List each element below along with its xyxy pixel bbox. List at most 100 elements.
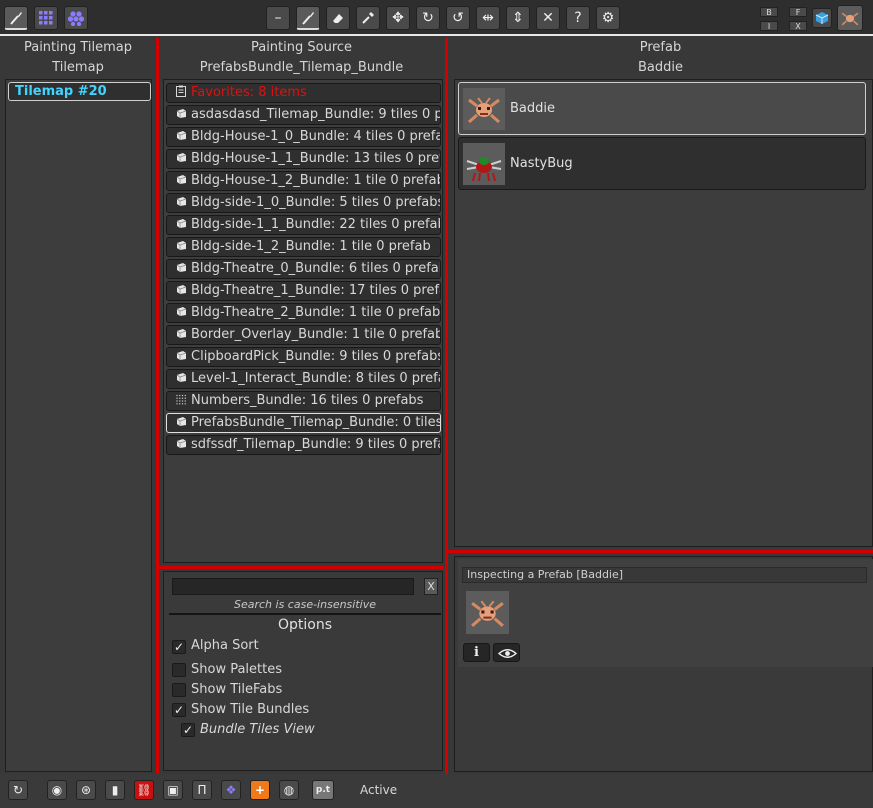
mini-b-button[interactable]: B [760,7,778,17]
mini-i-button[interactable]: I [760,21,778,31]
source-bundle-item[interactable]: Border_Overlay_Bundle: 1 tile 0 prefab [166,325,441,345]
source-bundle-item[interactable]: Bldg-House-1_2_Bundle: 1 tile 0 prefabs [166,171,441,191]
paint-brush-tool-button[interactable] [296,6,320,30]
info-button[interactable]: i [463,643,490,662]
eyedropper-icon [360,10,376,26]
tilemap-item-selected[interactable]: Tilemap #20 [8,82,151,101]
cube-icon [815,11,829,25]
flip-vertical-tool-button[interactable]: ⇕ [506,6,530,30]
bundle-icon [176,219,187,228]
source-bundle-label: Bldg-Theatre_0_Bundle: 6 tiles 0 prefabs [191,261,441,276]
mini-x-button[interactable]: X [789,21,807,31]
add-orange-button[interactable]: + [250,780,270,800]
rotate-cw-tool-button[interactable]: ↻ [416,6,440,30]
bundle-icon [176,351,187,360]
ruler-button[interactable]: Π [192,780,212,800]
clear-search-button[interactable]: X [424,578,438,595]
move-tool-button[interactable]: ✥ [386,6,410,30]
bundle-tiles-view-label: Bundle Tiles View [200,722,315,737]
settings-gear-tool-button[interactable]: ⚙ [596,6,620,30]
eraser-tool-button[interactable] [326,6,350,30]
prefab-card-nastybug[interactable]: NastyBug [458,137,866,190]
show-palettes-checkbox[interactable] [172,663,186,677]
bundle-icon [176,417,187,426]
source-bundle-item[interactable]: Bldg-side-1_0_Bundle: 5 tiles 0 prefabs [166,193,441,213]
nastybug-sprite-icon [463,143,505,185]
prefab-column-title: Prefab [639,40,682,55]
tile-grid-icon [39,11,53,25]
bundle-icon [176,241,187,250]
source-options-divider[interactable] [159,566,444,569]
prefab-card-baddie[interactable]: Baddie [458,82,866,135]
palette-button[interactable]: ◍ [279,780,299,800]
help-tool-button[interactable]: ? [566,6,590,30]
bundle-tiles-view-checkbox[interactable]: ✓ [181,723,195,737]
paint-brush-tool-button[interactable] [4,6,28,30]
tilemap-column-subtitle: Tilemap [52,60,104,75]
rotate-ccw-icon: ↺ [452,10,464,26]
source-bundle-label: PrefabsBundle_Tilemap_Bundle: 0 tiles [191,415,441,430]
lock-button[interactable]: ▣ [163,780,183,800]
bundle-icon [176,109,187,118]
source-bundle-item[interactable]: Level-1_Interact_Bundle: 8 tiles 0 prefa… [166,369,441,389]
rotate-ccw-tool-button[interactable]: ↺ [446,6,470,30]
eyedropper-tool-button[interactable] [356,6,380,30]
mini-f-button[interactable]: F [789,7,807,17]
source-bundle-item[interactable]: Bldg-side-1_1_Bundle: 22 tiles 0 prefabs [166,215,441,235]
show-tilefabs-label: Show TileFabs [191,682,283,697]
source-bundle-item[interactable]: asdasdasd_Tilemap_Bundle: 9 tiles 0 pref… [166,105,441,125]
trash-button[interactable]: ▮ [105,780,125,800]
source-bundle-label: asdasdasd_Tilemap_Bundle: 9 tiles 0 pref… [191,107,440,122]
focus-button[interactable]: ⊛ [76,780,96,800]
add-orange-icon: + [254,783,266,797]
prefab-column-subtitle: Baddie [638,60,683,75]
eye-icon [497,649,518,658]
flip-horizontal-tool-button[interactable]: ⇹ [476,6,500,30]
clear-tool-button[interactable]: ✕ [536,6,560,30]
source-bundle-item[interactable]: sdfssdf_Tilemap_Bundle: 9 tiles 0 prefab… [166,435,441,455]
tile-grid-tool-button[interactable] [34,6,58,30]
source-bundle-item[interactable]: Bldg-Theatre_0_Bundle: 6 tiles 0 prefabs [166,259,441,279]
source-bundle-item[interactable]: Bldg-Theatre_1_Bundle: 17 tiles 0 prefab… [166,281,441,301]
search-input[interactable] [172,578,414,595]
hex-palette-tool-button[interactable] [64,6,88,30]
alpha-sort-checkbox[interactable]: ✓ [172,640,186,654]
view-button[interactable] [493,643,520,662]
options-title: Options [277,617,333,633]
bundle-icon [176,263,187,272]
column-divider[interactable] [445,38,448,774]
pt-text-button[interactable]: p.t [312,780,334,800]
show-tile-bundles-checkbox[interactable]: ✓ [172,703,186,717]
bundle-icon [176,329,187,338]
paint-brush-icon [300,10,316,26]
source-bundle-item[interactable]: ClipboardPick_Bundle: 9 tiles 0 prefabs [166,347,441,367]
source-column-title: Painting Source [250,40,353,55]
eye-button[interactable]: ◉ [47,780,67,800]
hex-palette-icon: ❖ [225,783,237,797]
source-bundle-item[interactable]: Bldg-House-1_1_Bundle: 13 tiles 0 prefab… [166,149,441,169]
hex-palette-button[interactable]: ❖ [221,780,241,800]
link-button[interactable]: ⛓ [134,780,154,800]
source-bundle-label: Bldg-Theatre_1_Bundle: 17 tiles 0 prefab… [191,283,441,298]
cube-view-button[interactable] [812,8,832,28]
source-bundle-label: Bldg-Theatre_2_Bundle: 1 tile 0 prefabs [191,305,441,320]
source-bundle-item[interactable]: Bldg-side-1_2_Bundle: 1 tile 0 prefab [166,237,441,257]
source-bundle-label: Bldg-side-1_1_Bundle: 22 tiles 0 prefabs [191,217,441,232]
column-divider[interactable] [156,38,159,774]
show-tilefabs-checkbox[interactable] [172,683,186,697]
help-icon: ? [574,10,582,26]
minus-tool-button[interactable]: – [266,6,290,30]
pt-text-icon: p.t [315,785,331,795]
options-separator [169,613,441,615]
source-bundle-label: Bldg-side-1_2_Bundle: 1 tile 0 prefab [191,239,431,254]
source-bundle-item[interactable]: Bldg-House-1_0_Bundle: 4 tiles 0 prefabs [166,127,441,147]
move-icon: ✥ [392,10,404,26]
prefab-inspector-divider[interactable] [448,550,873,553]
refresh-button[interactable]: ↻ [8,780,28,800]
source-bundle-item[interactable]: PrefabsBundle_Tilemap_Bundle: 0 tiles [166,413,441,433]
favorites-item[interactable]: Favorites: 8 items [166,83,441,103]
source-bundle-item[interactable]: Numbers_Bundle: 16 tiles 0 prefabs [166,391,441,411]
source-bundle-item[interactable]: Bldg-Theatre_2_Bundle: 1 tile 0 prefabs [166,303,441,323]
selected-prefab-avatar[interactable] [837,5,863,31]
prefab-name: Baddie [510,101,555,116]
